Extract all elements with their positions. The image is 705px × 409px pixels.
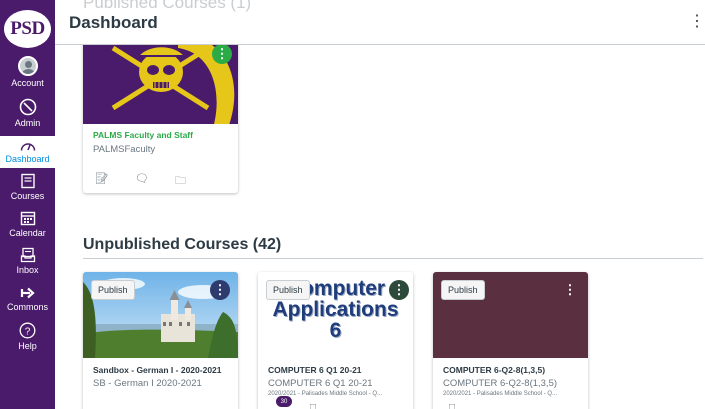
page-title: Dashboard (69, 13, 158, 32)
nav-dashboard[interactable]: Dashboard (0, 136, 55, 168)
publish-button[interactable]: Publish (91, 280, 135, 300)
help-question-icon: ? (19, 322, 36, 339)
section-divider (83, 258, 703, 259)
global-navigation: PSD Account Admin Dashboard Courses Cale… (0, 0, 55, 409)
nav-courses-label: Courses (10, 191, 45, 201)
publish-button[interactable]: Publish (266, 280, 310, 300)
course-card-code: SB - German I 2020-2021 (93, 378, 202, 389)
account-avatar-icon (17, 56, 38, 76)
course-card-palms[interactable]: ⋮ PALMS Faculty and Staff PALMSFaculty 📝… (83, 38, 238, 193)
nav-courses[interactable]: Courses (0, 173, 55, 201)
files-folder-icon[interactable]: 🗀︎ (175, 172, 186, 191)
courses-book-icon (20, 173, 35, 189)
course-card-code: COMPUTER 6 Q1 20-21 (268, 378, 373, 389)
admin-shield-icon (19, 98, 36, 116)
course-card-options-kebab-icon[interactable]: ⋮ (210, 280, 230, 300)
course-card-code: PALMSFaculty (93, 144, 156, 155)
course-card-sandbox-german[interactable]: Publish ⋮ Sandbox - German I - 2020-2021… (83, 272, 238, 409)
discussions-icon[interactable]: 🗨︎ (135, 172, 149, 191)
banner-line-2: Applications (272, 298, 399, 321)
assignments-icon[interactable]: □ (449, 402, 455, 409)
banner-line-3: 6 (329, 319, 342, 342)
course-card-title[interactable]: PALMS Faculty and Staff (93, 130, 193, 140)
assignments-icon[interactable]: 📝︎ (95, 172, 109, 191)
course-card-title[interactable]: COMPUTER 6-Q2-8(1,3,5) (443, 365, 545, 375)
inbox-tray-icon (20, 247, 35, 263)
course-card-term: 2020/2021 - Palisades Middle School - Q.… (443, 391, 558, 397)
dashboard-gauge-icon (20, 143, 35, 151)
nav-calendar[interactable]: Calendar (0, 210, 55, 238)
dashboard-options-kebab-icon[interactable]: ⋮ (689, 11, 705, 31)
unread-count-badge: 30 (276, 396, 292, 407)
publish-button[interactable]: Publish (441, 280, 485, 300)
nav-dashboard-label: Dashboard (5, 154, 50, 164)
nav-inbox[interactable]: Inbox (0, 247, 55, 275)
nav-calendar-label: Calendar (9, 228, 46, 238)
nav-account[interactable]: Account (0, 56, 55, 88)
course-card-computer-6-q2[interactable]: Publish ⋮ COMPUTER 6-Q2-8(1,3,5) COMPUTE… (433, 272, 588, 409)
course-card-hero-image[interactable]: Publish ⋮ (83, 272, 238, 358)
course-card-options-kebab-icon[interactable]: ⋮ (560, 280, 580, 300)
course-card-options-kebab-icon[interactable]: ⋮ (212, 44, 232, 64)
district-logo[interactable]: PSD (4, 10, 51, 48)
calendar-icon (20, 211, 35, 226)
nav-help[interactable]: ? Help (0, 322, 55, 351)
nav-commons-label: Commons (6, 302, 48, 312)
discussions-icon[interactable]: □ (310, 402, 316, 409)
course-card-hero-image[interactable]: ⋮ (83, 38, 238, 124)
course-card-options-kebab-icon[interactable]: ⋮ (389, 280, 409, 300)
nav-admin[interactable]: Admin (0, 98, 55, 128)
course-card-title[interactable]: Sandbox - German I - 2020-2021 (93, 365, 222, 375)
nav-admin-label: Admin (14, 118, 41, 128)
nav-inbox-label: Inbox (16, 265, 39, 275)
nav-commons[interactable]: Commons (0, 286, 55, 312)
course-card-title[interactable]: COMPUTER 6 Q1 20-21 (268, 365, 362, 375)
commons-arrow-icon (20, 287, 35, 299)
course-card-hero-image[interactable]: Computer Applications 6 Publish ⋮ (258, 272, 413, 358)
svg-text:?: ? (25, 326, 31, 337)
nav-help-label: Help (18, 341, 37, 351)
unpublished-courses-heading: Unpublished Courses (42) (83, 236, 282, 253)
course-card-computer-6-q1[interactable]: Computer Applications 6 Publish ⋮ COMPUT… (258, 272, 413, 409)
dashboard-header: Dashboard ⋮ (55, 0, 705, 45)
course-card-hero-color[interactable]: Publish ⋮ (433, 272, 588, 358)
course-card-code: COMPUTER 6-Q2-8(1,3,5) (443, 378, 558, 389)
nav-account-label: Account (11, 78, 44, 88)
course-card-action-icons: 📝︎ 🗨︎ 🗀︎ (95, 172, 186, 191)
